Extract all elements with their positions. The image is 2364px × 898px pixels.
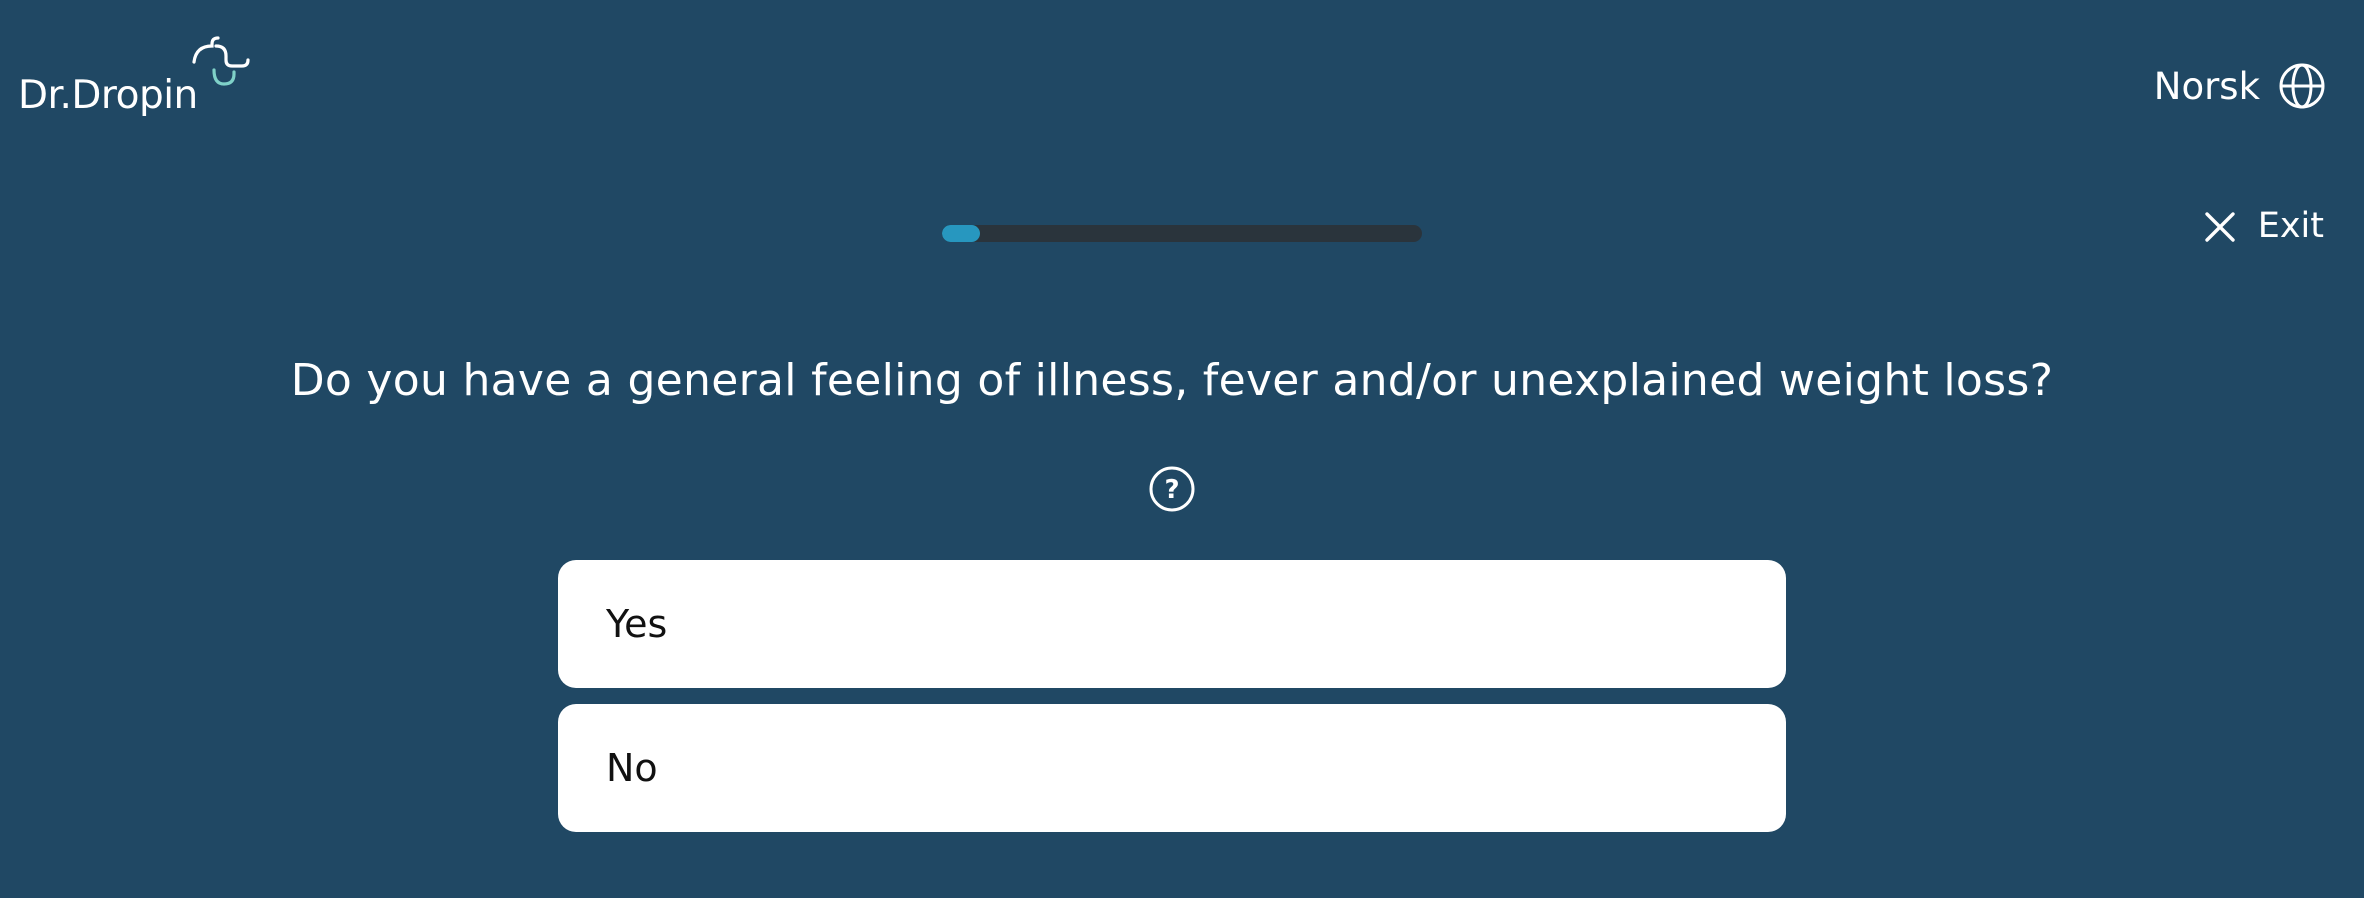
exit-label: Exit xyxy=(2257,206,2324,246)
svg-text:?: ? xyxy=(1164,475,1179,505)
progress-bar xyxy=(942,225,1422,242)
answer-yes-button[interactable]: Yes xyxy=(558,560,1786,688)
logo[interactable]: Dr.Dropin xyxy=(18,28,268,128)
answer-yes-label: Yes xyxy=(606,602,668,646)
cross-logo-icon xyxy=(192,36,250,86)
logo-text: Dr.Dropin xyxy=(18,73,198,118)
language-label: Norsk xyxy=(2153,64,2260,108)
language-selector[interactable]: Norsk xyxy=(2154,62,2326,110)
exit-button[interactable]: Exit xyxy=(2204,209,2324,244)
question-text: Do you have a general feeling of illness… xyxy=(290,355,2054,406)
close-icon xyxy=(2205,211,2235,242)
progress-bar-fill xyxy=(942,225,981,242)
page: Dr.Dropin Norsk Exit Do you have a gener… xyxy=(0,0,2364,898)
globe-icon xyxy=(2279,63,2325,109)
help-icon[interactable]: ? xyxy=(1148,465,1196,513)
answer-no-button[interactable]: No xyxy=(558,704,1786,832)
answer-no-label: No xyxy=(606,746,658,790)
